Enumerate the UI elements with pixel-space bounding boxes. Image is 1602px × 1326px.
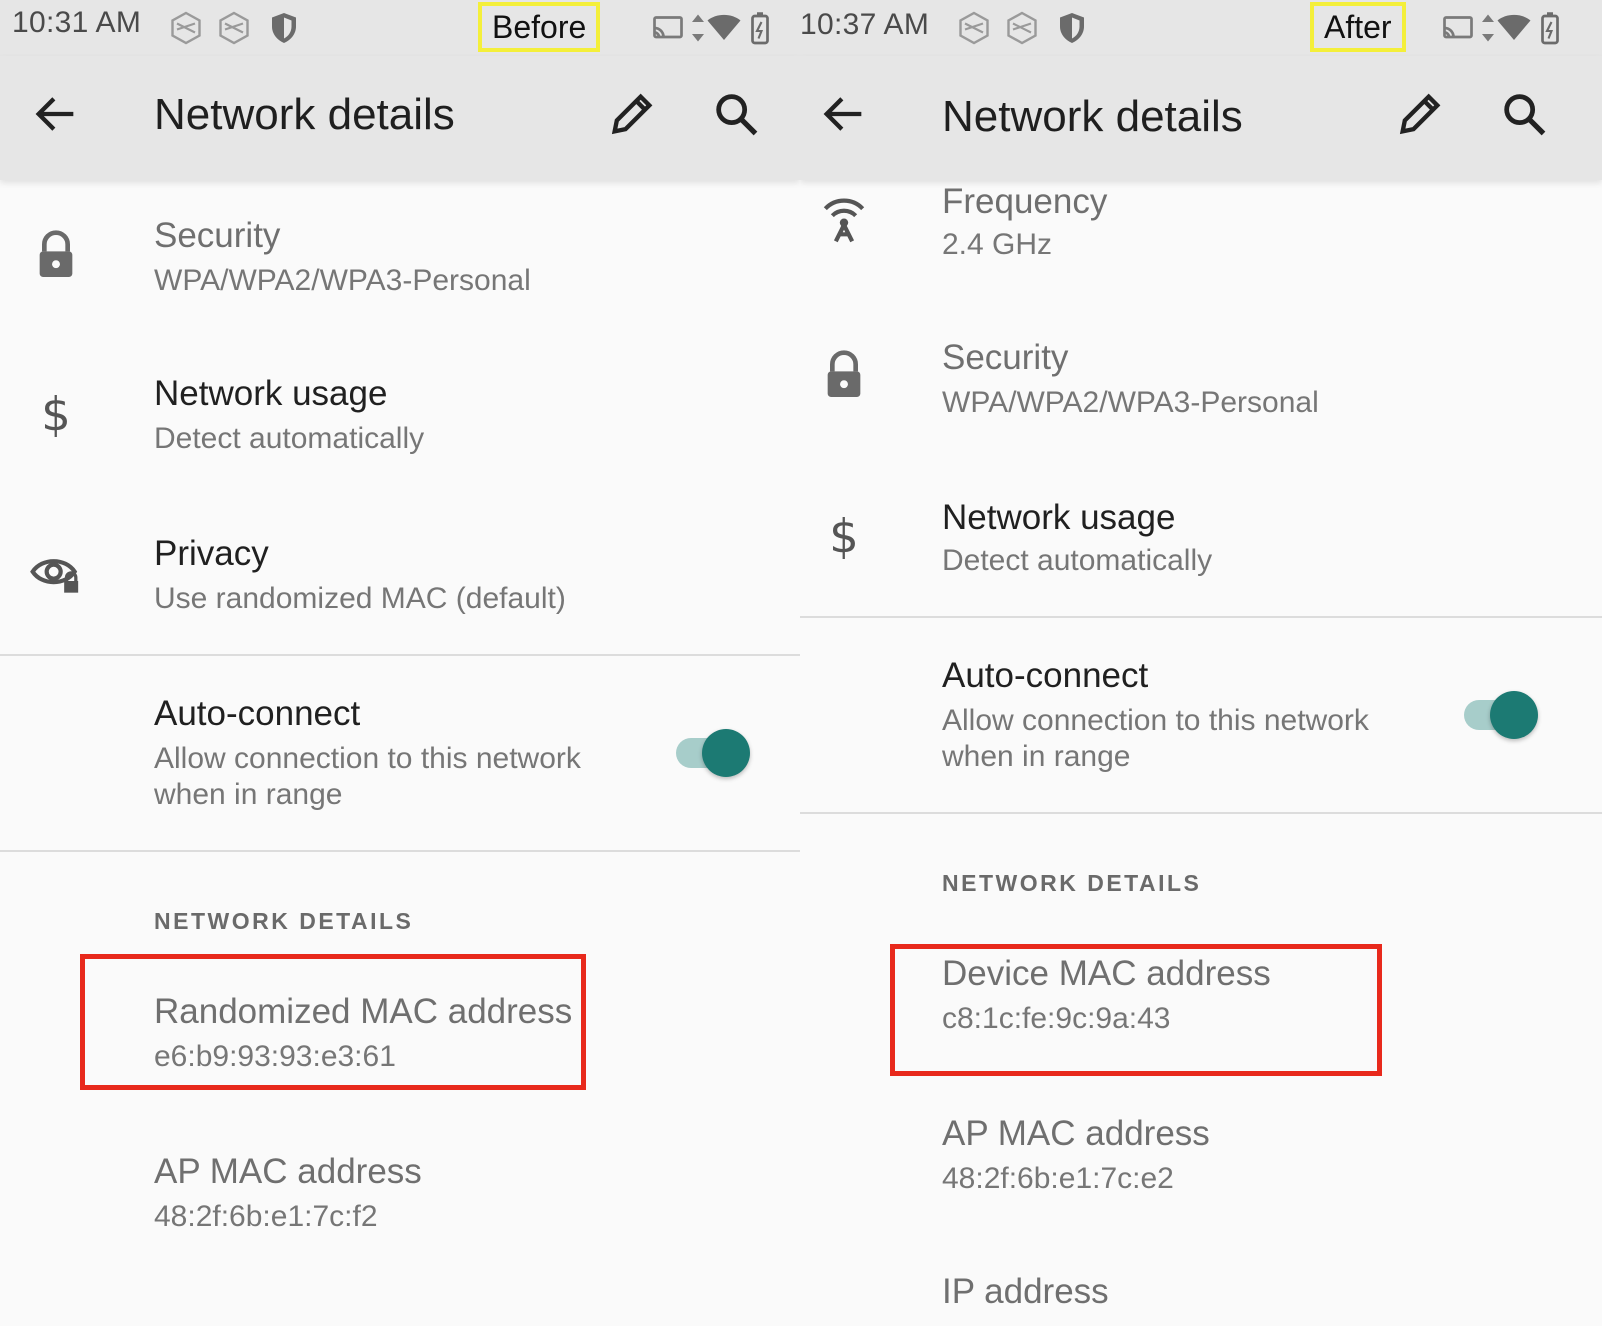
shield-icon bbox=[1060, 13, 1084, 43]
after-label: After bbox=[1310, 2, 1406, 52]
ip-address-row[interactable]: IP address bbox=[800, 1268, 1602, 1326]
back-arrow-icon[interactable] bbox=[818, 88, 870, 140]
status-bar: 10:37 AM After bbox=[800, 0, 1602, 56]
network-usage-row[interactable]: $ Network usage Detect automatically bbox=[0, 338, 800, 498]
status-bar: 10:31 AM Before bbox=[0, 0, 800, 56]
app-notification-icon bbox=[959, 11, 989, 45]
row-subtitle: WPA/WPA2/WPA3-Personal bbox=[154, 264, 531, 297]
shield-icon bbox=[272, 13, 296, 43]
search-icon[interactable] bbox=[710, 88, 762, 140]
network-usage-row[interactable]: $ Network usage Detect automatically bbox=[800, 478, 1602, 618]
app-notification-icon bbox=[219, 11, 249, 45]
page-title: Network details bbox=[154, 90, 455, 139]
app-bar: Network details bbox=[0, 56, 800, 180]
edit-pencil-icon[interactable] bbox=[606, 88, 658, 140]
antenna-icon bbox=[823, 198, 865, 243]
row-title: Auto-connect bbox=[942, 656, 1149, 695]
divider bbox=[0, 850, 800, 852]
auto-connect-row[interactable]: Auto-connect Allow connection to this ne… bbox=[800, 618, 1602, 812]
auto-connect-toggle[interactable] bbox=[1458, 690, 1538, 740]
edit-pencil-icon[interactable] bbox=[1394, 88, 1446, 140]
frequency-row[interactable]: Frequency 2.4 GHz bbox=[800, 180, 1602, 318]
divider bbox=[800, 812, 1602, 814]
row-title: AP MAC address bbox=[942, 1114, 1210, 1153]
status-time: 10:31 AM bbox=[12, 6, 142, 39]
row-value: 48:2f:6b:e1:7c:f2 bbox=[154, 1200, 378, 1233]
ap-mac-row[interactable]: AP MAC address 48:2f:6b:e1:7c:f2 bbox=[0, 1130, 800, 1250]
back-arrow-icon[interactable] bbox=[30, 88, 82, 140]
section-header: NETWORK DETAILS bbox=[154, 908, 414, 934]
row-title: Security bbox=[942, 338, 1069, 377]
data-arrows-icon bbox=[1482, 14, 1494, 42]
row-subtitle: Detect automatically bbox=[942, 544, 1213, 577]
row-subtitle: Use randomized MAC (default) bbox=[154, 582, 566, 615]
row-title: Frequency bbox=[942, 182, 1108, 221]
section-header: NETWORK DETAILS bbox=[942, 870, 1202, 896]
settings-list: Frequency 2.4 GHz Security WPA/WPA2/WPA3… bbox=[800, 180, 1602, 1326]
lock-icon bbox=[39, 230, 73, 277]
row-subtitle-line1: Allow connection to this network bbox=[942, 704, 1369, 737]
row-title: Privacy bbox=[154, 534, 269, 573]
row-title: Auto-connect bbox=[154, 694, 361, 733]
security-row[interactable]: Security WPA/WPA2/WPA3-Personal bbox=[800, 318, 1602, 478]
dollar-icon: $ bbox=[41, 388, 71, 442]
status-time: 10:37 AM bbox=[800, 8, 930, 41]
dollar-icon: $ bbox=[829, 510, 859, 564]
privacy-eye-icon bbox=[30, 559, 79, 593]
settings-list: Security WPA/WPA2/WPA3-Personal $ Networ… bbox=[0, 180, 800, 1326]
auto-connect-row[interactable]: Auto-connect Allow connection to this ne… bbox=[0, 656, 800, 850]
row-subtitle: WPA/WPA2/WPA3-Personal bbox=[942, 386, 1319, 419]
app-bar: Network details bbox=[800, 56, 1602, 180]
row-value: 48:2f:6b:e1:7c:e2 bbox=[942, 1162, 1174, 1195]
after-screenshot-panel: 10:37 AM After Network details Frequency… bbox=[800, 0, 1602, 1326]
battery-icon bbox=[1541, 12, 1559, 45]
row-title: AP MAC address bbox=[154, 1152, 422, 1191]
app-notification-icon bbox=[1007, 11, 1037, 45]
row-subtitle-line2: when in range bbox=[154, 778, 343, 811]
wifi-icon bbox=[1497, 14, 1531, 40]
highlight-box bbox=[80, 954, 586, 1090]
app-notification-icon bbox=[171, 11, 201, 45]
search-icon[interactable] bbox=[1498, 88, 1550, 140]
battery-icon bbox=[751, 12, 769, 45]
row-title: Network usage bbox=[942, 498, 1176, 537]
auto-connect-toggle[interactable] bbox=[670, 728, 750, 778]
row-title: IP address bbox=[942, 1272, 1109, 1311]
svg-text:$: $ bbox=[829, 510, 859, 564]
row-subtitle-line1: Allow connection to this network bbox=[154, 742, 581, 775]
security-row[interactable]: Security WPA/WPA2/WPA3-Personal bbox=[0, 180, 800, 338]
cast-icon bbox=[653, 16, 683, 39]
row-title: Security bbox=[154, 216, 281, 255]
data-arrows-icon bbox=[692, 14, 704, 42]
privacy-row[interactable]: Privacy Use randomized MAC (default) bbox=[0, 498, 800, 656]
row-subtitle: Detect automatically bbox=[154, 422, 425, 455]
before-label: Before bbox=[478, 2, 601, 52]
row-subtitle: 2.4 GHz bbox=[942, 228, 1053, 261]
row-subtitle-line2: when in range bbox=[942, 740, 1131, 773]
lock-icon bbox=[827, 350, 861, 397]
highlight-box bbox=[890, 944, 1382, 1076]
wifi-icon bbox=[707, 14, 741, 40]
before-screenshot-panel: 10:31 AM Before Network details Security… bbox=[0, 0, 800, 1326]
cast-icon bbox=[1443, 16, 1473, 39]
ap-mac-row[interactable]: AP MAC address 48:2f:6b:e1:7c:e2 bbox=[800, 1110, 1602, 1230]
svg-text:$: $ bbox=[41, 388, 71, 442]
page-title: Network details bbox=[942, 92, 1243, 141]
row-title: Network usage bbox=[154, 374, 388, 413]
